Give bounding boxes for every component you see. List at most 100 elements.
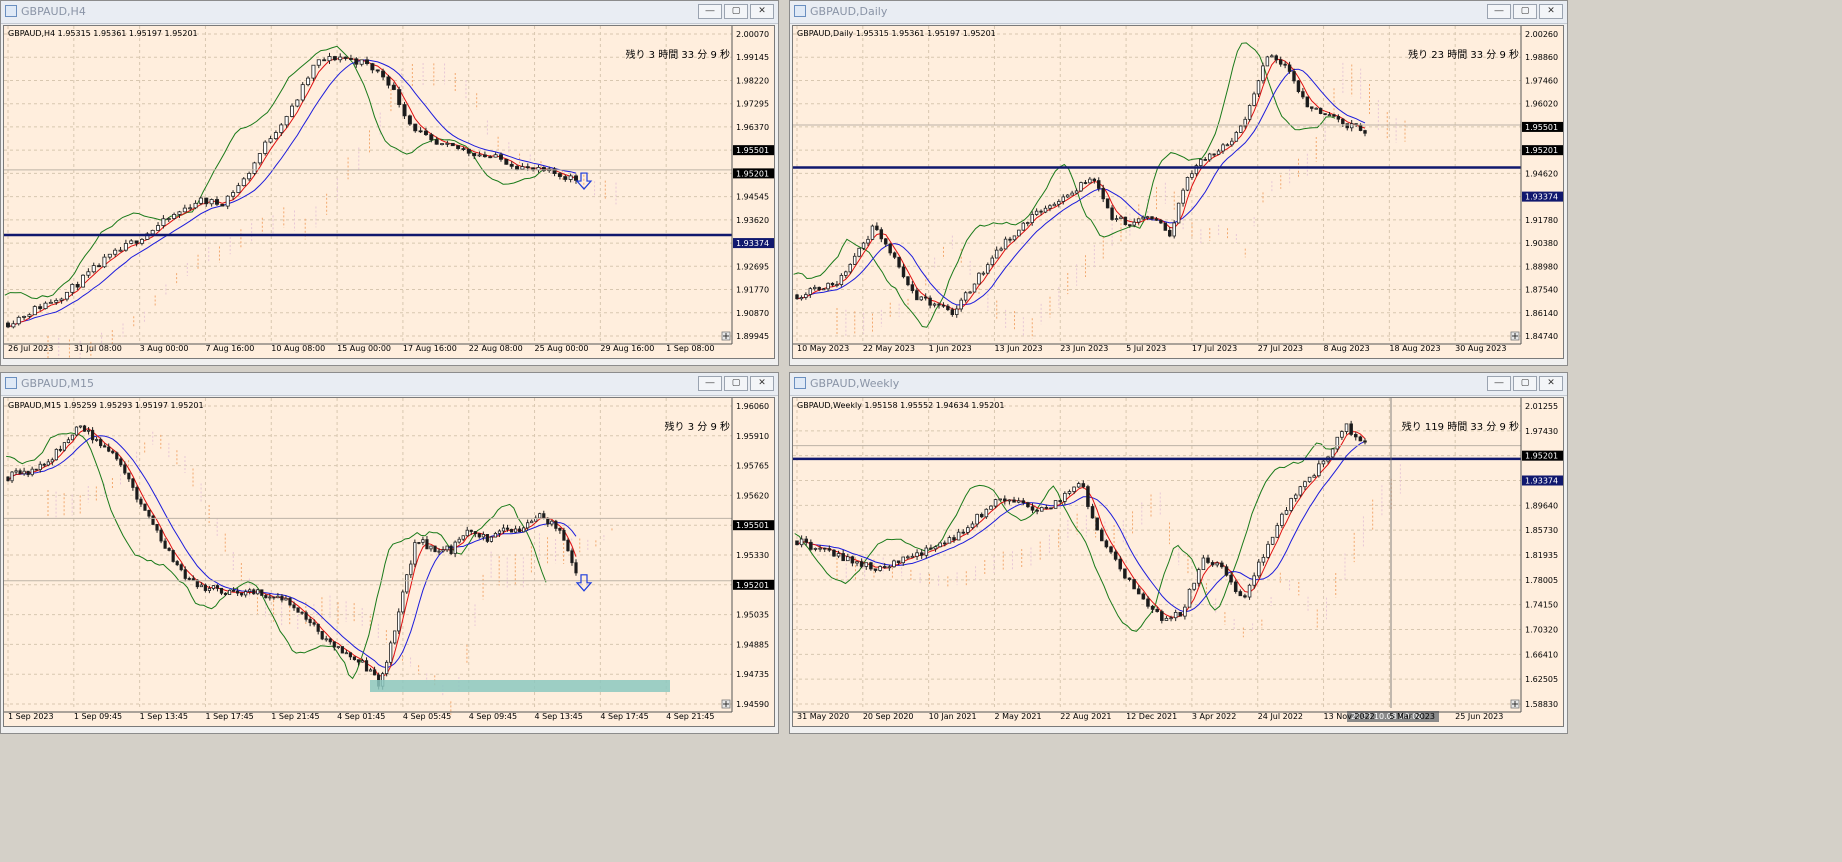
window-titlebar[interactable]: GBPAUD,H4 ― ▢ ✕ [1,1,778,24]
candle-bear [328,638,332,643]
candle-bear [946,305,950,311]
candle-bull [1172,222,1176,237]
candle-bear [1105,198,1110,209]
time-tick-label: 7 Aug 16:00 [205,344,254,353]
candle-bull [919,296,923,301]
candle-bear [498,154,503,160]
candle-bull [493,533,498,538]
price-tick-label: 1.93620 [736,216,769,225]
chart-area[interactable]: 2.00070 1.99145 1.98220 1.97295 1.96370 1.955… [3,25,775,359]
candle-bull [972,283,977,293]
window-titlebar[interactable]: GBPAUD,M15 ― ▢ ✕ [1,373,778,396]
candle-bear [1318,107,1323,114]
candle-bull [866,238,870,244]
chart-area[interactable]: 2023.10.08 00:00 2.01255 1.97430 1.95201 1.9… [792,397,1564,727]
candle-bull [994,249,999,259]
window-titlebar[interactable]: GBPAUD,Daily ― ▢ ✕ [790,1,1567,24]
candle-bear [26,470,30,476]
time-tick-label: 1 Sep 21:45 [271,712,319,721]
time-tick-label: 22 Aug 08:00 [469,344,523,353]
time-tick-label: 22 May 2023 [863,344,915,353]
candle-bear [42,463,46,466]
candle-bear [952,537,956,541]
candle-bull [1349,123,1354,129]
candle-bull [1230,140,1234,146]
minimize-button[interactable]: ― [698,4,722,19]
window-titlebar[interactable]: GBPAUD,Weekly ― ▢ ✕ [790,373,1567,396]
candle-bear [240,592,244,596]
candle-bear [1136,588,1141,595]
chart-window-daily[interactable]: GBPAUD,Daily ― ▢ ✕ 2.00260 1.98860 1.97460… [789,0,1568,366]
candle-bull [1270,55,1274,58]
candle-bear [332,56,337,61]
time-tick-label: 1 Sep 17:45 [205,712,253,721]
candle-bear [563,176,568,180]
chart-plot[interactable]: 1.96060 1.95910 1.95765 1.95620 1.95501 1.953… [4,398,775,727]
time-tick-label: 4 Sep 09:45 [469,712,517,721]
price-tick-label: 1.93374 [1525,193,1558,202]
minimize-button[interactable]: ― [1487,4,1511,19]
close-button[interactable]: ✕ [750,376,774,391]
candle-bull [981,272,986,275]
candle-bear [231,589,236,592]
price-tick-label: 1.86140 [1525,309,1558,318]
chart-window-weekly[interactable]: GBPAUD,Weekly ― ▢ ✕ 2023.10.08 00:00 2.01… [789,372,1568,734]
candle-bear [223,592,228,595]
chart-window-m15[interactable]: GBPAUD,M15 ― ▢ ✕ 1.96060 1.95910 1.95765 1.… [0,372,779,734]
time-tick-label: 4 Sep 21:45 [666,712,714,721]
candle-bear [171,550,175,562]
candle-bear [418,130,423,133]
candle-bull [306,77,311,86]
price-tick-label: 1.87540 [1525,286,1558,295]
candle-bear [429,134,434,141]
window-title: GBPAUD,H4 [21,5,86,18]
candle-bear [574,562,578,574]
candle-bull [1074,190,1079,194]
time-tick-label: 10 Aug 08:00 [271,344,325,353]
candle-bull [48,301,53,304]
chart-area[interactable]: 1.96060 1.95910 1.95765 1.95620 1.95501 1.953… [3,397,775,727]
price-tick-label: 1.95620 [736,491,769,500]
candle-bull [38,463,42,471]
candle-bull [78,425,83,428]
candle-bull [1057,201,1061,205]
maximize-button[interactable]: ▢ [1513,4,1537,19]
candle-bear [413,123,418,132]
chart-window-h4[interactable]: GBPAUD,H4 ― ▢ ✕ 2.00070 1.99145 1.98220 1.9… [0,0,779,366]
maximize-button[interactable]: ▢ [724,4,748,19]
close-button[interactable]: ✕ [750,4,774,19]
price-tick-label: 1.85730 [1525,526,1558,535]
candle-bear [308,618,312,624]
close-button[interactable]: ✕ [1539,376,1563,391]
close-button[interactable]: ✕ [1539,4,1563,19]
candle-bear [143,503,147,511]
candle-bull [1183,606,1187,617]
candle-bull [938,542,942,548]
minimize-button[interactable]: ― [698,376,722,391]
candle-bull [248,589,252,592]
chart-area[interactable]: 2.00260 1.98860 1.97460 1.96020 1.95501 1.952… [792,25,1564,359]
candle-bull [86,429,91,432]
minimize-button[interactable]: ― [1487,376,1511,391]
candle-bear [937,303,941,306]
candle-bear [99,439,103,447]
maximize-button[interactable]: ▢ [1513,376,1537,391]
chart-plot[interactable]: 2.00260 1.98860 1.97460 1.96020 1.95501 1.952… [793,26,1564,359]
candle-bear [417,542,421,544]
maximize-button[interactable]: ▢ [724,376,748,391]
candle-bull [327,56,332,62]
price-tick-label: 1.93374 [736,239,769,248]
candle-bull [932,303,937,306]
candle-bear [300,611,304,614]
chart-plot[interactable]: 2023.10.08 00:002.012551.974301.952011.9… [793,398,1564,727]
candle-bull [129,240,134,244]
candle-bull [1030,214,1034,223]
chart-plot[interactable]: 2.00070 1.99145 1.98220 1.97295 1.96370 1.955… [4,26,775,359]
candle-bear [111,450,115,454]
candle-bear [1150,216,1154,220]
candle-bull [66,439,71,443]
candle-bear [1163,222,1168,231]
candle-bear [167,547,171,551]
candle-bull [276,595,280,599]
time-tick-label: 17 Aug 16:00 [403,344,457,353]
